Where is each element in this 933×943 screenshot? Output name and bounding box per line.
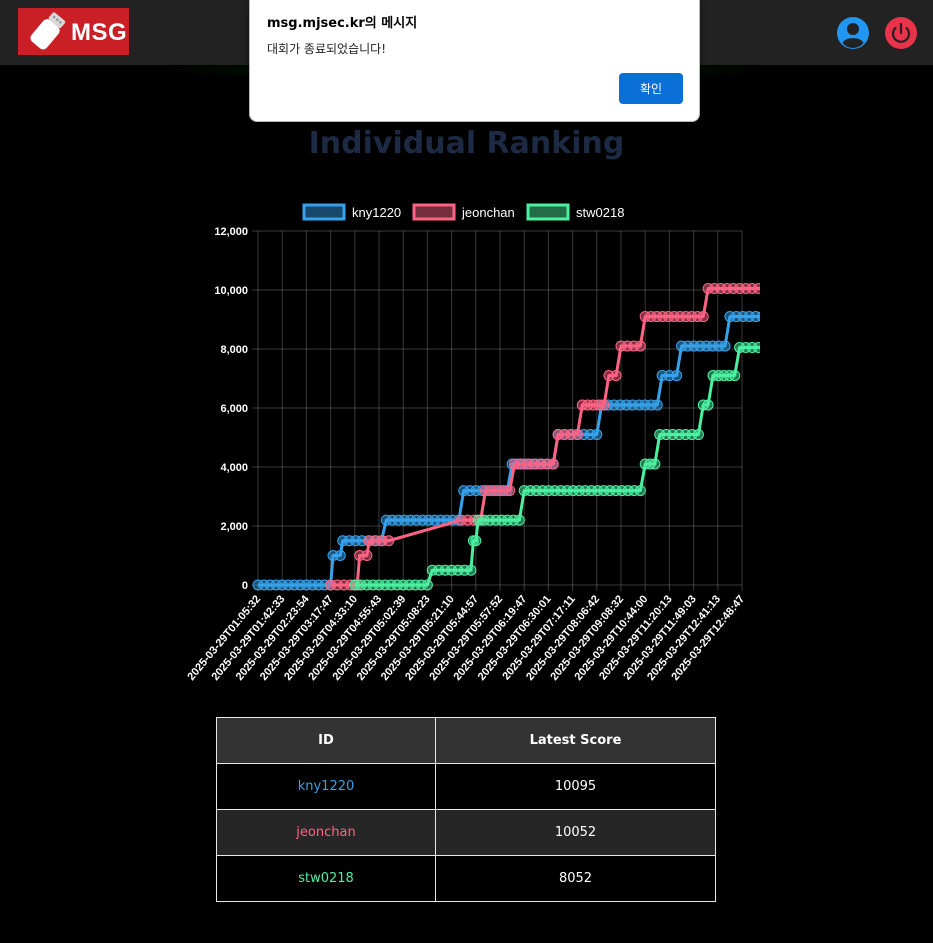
y-tick-label: 12,000 [214, 226, 248, 238]
table-row: jeonchan 10052 [216, 809, 716, 856]
power-icon [885, 17, 917, 49]
data-point-kny1220 [651, 399, 663, 411]
y-tick-label: 2,000 [220, 521, 248, 533]
msg-logo[interactable]: MSG [18, 8, 129, 55]
score-cell: 8052 [435, 855, 716, 902]
header-latest-score: Latest Score [435, 717, 716, 764]
data-point-stw0218 [649, 458, 661, 470]
data-point-stw0218 [634, 485, 646, 497]
y-tick-label: 6,000 [220, 403, 248, 415]
score-cell: 10095 [435, 763, 716, 810]
data-point-kny1220 [671, 370, 683, 382]
salt-shaker-icon [30, 12, 66, 50]
data-point-stw0218 [421, 579, 433, 591]
data-point-jeonchan [610, 370, 622, 382]
data-point-jeonchan [504, 485, 516, 497]
data-point-jeonchan [361, 550, 373, 561]
y-tick-label: 4,000 [220, 462, 248, 474]
data-point-kny1220 [334, 550, 346, 561]
data-point-jeonchan [752, 282, 760, 294]
user-id-cell: stw0218 [216, 855, 436, 902]
data-point-stw0218 [752, 341, 760, 353]
data-point-kny1220 [719, 340, 731, 352]
y-tick-label: 8,000 [220, 344, 248, 356]
alert-dialog: msg.mjsec.kr의 메시지 대회가 종료되었습니다! 확인 [249, 0, 700, 122]
data-point-stw0218 [702, 399, 714, 411]
dialog-title: msg.mjsec.kr의 메시지 [267, 16, 418, 31]
data-point-jeonchan [598, 399, 610, 411]
legend-swatch-jeonchan [412, 203, 456, 221]
legend-swatch-kny1220 [302, 203, 346, 221]
data-point-jeonchan [571, 429, 583, 441]
data-point-stw0218 [470, 535, 482, 547]
user-id-cell: jeonchan [216, 809, 436, 856]
y-tick-label: 10,000 [214, 285, 248, 297]
legend-label-kny1220: kny1220 [352, 205, 401, 220]
user-profile-button[interactable] [836, 16, 870, 50]
score-table: ID Latest Score kny1220 10095 jeonchan 1… [216, 717, 716, 902]
dialog-ok-button[interactable]: 확인 [619, 73, 683, 104]
y-tick-label: 0 [242, 580, 248, 592]
data-point-kny1220 [591, 429, 603, 441]
data-point-stw0218 [465, 564, 477, 576]
data-point-jeonchan [634, 340, 646, 352]
score-cell: 10052 [435, 809, 716, 856]
legend-label-jeonchan: jeonchan [461, 205, 515, 220]
logo-text: MSG [71, 19, 128, 46]
table-header-row: ID Latest Score [216, 717, 716, 764]
user-icon [837, 17, 869, 49]
table-row: kny1220 10095 [216, 763, 716, 810]
logout-button[interactable] [884, 16, 918, 50]
data-point-stw0218 [692, 429, 704, 441]
legend-label-stw0218: stw0218 [576, 205, 624, 220]
data-point-stw0218 [513, 514, 525, 526]
data-point-jeonchan [697, 311, 709, 323]
header-id: ID [216, 717, 436, 764]
data-point-jeonchan [383, 535, 395, 547]
user-id-cell: kny1220 [216, 763, 436, 810]
dialog-message: 대회가 종료되었습니다! [267, 42, 387, 56]
page-title: Individual Ranking [308, 126, 625, 161]
data-point-stw0218 [729, 370, 741, 382]
table-row: stw0218 8052 [216, 855, 716, 902]
legend-swatch-stw0218 [526, 203, 570, 221]
data-point-jeonchan [547, 458, 559, 470]
ranking-chart: 12,00010,0008,0006,0004,0002,00002025-03… [185, 203, 760, 683]
